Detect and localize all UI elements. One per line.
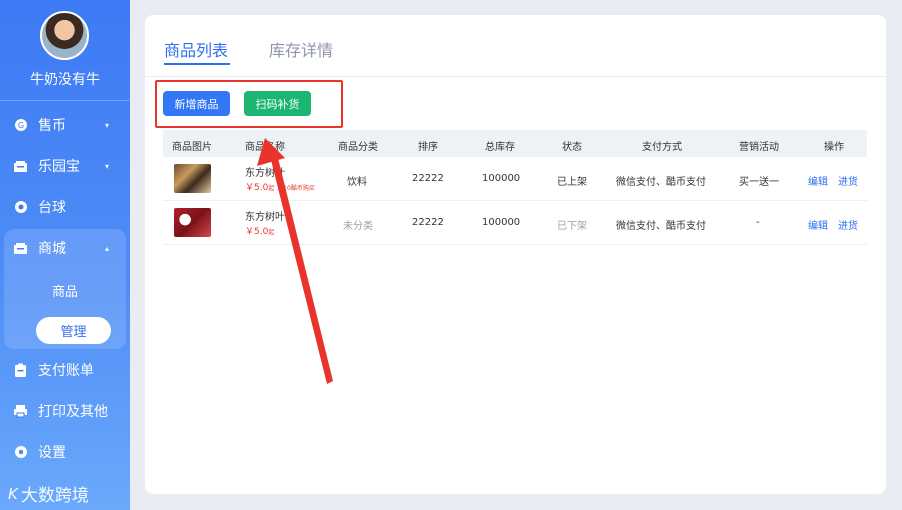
- sidebar-item-mall[interactable]: 商城 ▴: [0, 231, 130, 265]
- restock-link[interactable]: 进货: [838, 173, 858, 188]
- billiards-icon: [13, 200, 28, 215]
- chevron-down-icon: ▾: [105, 120, 110, 130]
- product-price: ￥5.0起: [245, 224, 274, 237]
- ticket-icon: [13, 159, 28, 174]
- brand-logo: K 大数跨境: [8, 481, 89, 507]
- sidebar-item-billing[interactable]: 支付账单: [0, 353, 130, 387]
- sidebar-item-billiards[interactable]: 台球: [0, 190, 130, 224]
- promotion: 买一送一: [739, 177, 779, 188]
- table-header: 商品图片 商品名称 商品分类 排序 总库存 状态 支付方式 营销活动 操作: [163, 130, 867, 157]
- logo-mark-icon: K: [8, 484, 18, 503]
- sidebar-item-label: 乐园宝: [38, 159, 80, 175]
- column-header: 商品名称: [245, 142, 285, 153]
- chevron-down-icon: ▾: [105, 161, 110, 171]
- gear-icon: [13, 445, 28, 460]
- status-badge: 已上架: [557, 177, 587, 188]
- price-value: ￥5.0: [245, 227, 269, 237]
- sidebar: 牛奶没有牛 G 售币 ▾ 乐园宝 ▾ 台球 商城 ▴ 商品 管理 支付账单 打印…: [0, 0, 130, 510]
- price-note: 或10酷币购买: [277, 185, 315, 192]
- status-badge: 已下架: [557, 221, 587, 232]
- product-price: ￥5.0起 或10酷币购买: [245, 180, 315, 193]
- price-unit: 起: [268, 229, 275, 236]
- table-row: 东方树叶 ￥5.0起 未分类 22222 100000 已下架 微信支付、酷币支…: [163, 201, 867, 245]
- product-sort: 22222: [412, 173, 444, 184]
- svg-text:G: G: [17, 121, 23, 130]
- tab-inventory-details[interactable]: 库存详情: [269, 37, 333, 61]
- payment-methods: 微信支付、酷币支付: [616, 221, 706, 232]
- product-name: 东方树叶: [245, 212, 285, 223]
- edit-link[interactable]: 编辑: [808, 217, 828, 232]
- sidebar-item-label: 售币: [38, 118, 66, 134]
- product-image: [174, 208, 211, 237]
- restock-link[interactable]: 进货: [838, 217, 858, 232]
- sidebar-item-label: 支付账单: [38, 363, 94, 379]
- column-header: 支付方式: [642, 142, 682, 153]
- sidebar-item-label: 商城: [38, 241, 66, 257]
- tab-bar: 商品列表 库存详情: [145, 15, 886, 77]
- payment-methods: 微信支付、酷币支付: [616, 177, 706, 188]
- shop-icon: [13, 241, 28, 256]
- sidebar-item-settings[interactable]: 设置: [0, 435, 130, 469]
- bill-icon: [13, 363, 28, 378]
- main-panel: 商品列表 库存详情 新增商品 扫码补货 商品图片 商品名称 商品分类 排序 总库…: [145, 15, 886, 494]
- column-header: 营销活动: [739, 142, 779, 153]
- sidebar-item-print[interactable]: 打印及其他: [0, 394, 130, 428]
- column-header: 排序: [418, 142, 438, 153]
- product-category: 未分类: [343, 221, 373, 232]
- column-header: 商品分类: [338, 142, 378, 153]
- product-stock: 100000: [482, 217, 521, 228]
- sidebar-subitem-manage[interactable]: 管理: [36, 317, 111, 344]
- sidebar-item-label: 打印及其他: [38, 404, 108, 420]
- product-name: 东方树叶: [245, 168, 285, 179]
- sidebar-divider: [0, 100, 130, 101]
- price-unit: 起: [268, 185, 275, 192]
- sidebar-item-paradise[interactable]: 乐园宝 ▾: [0, 149, 130, 183]
- sidebar-item-label: 设置: [38, 445, 66, 461]
- logo-text: 大数跨境: [20, 486, 89, 506]
- sidebar-item-coin-sales[interactable]: G 售币 ▾: [0, 108, 130, 142]
- avatar[interactable]: [40, 11, 89, 60]
- sidebar-subitem-products[interactable]: 商品: [0, 281, 130, 300]
- table-row: 东方树叶 ￥5.0起 或10酷币购买 饮料 22222 100000 已上架 微…: [163, 157, 867, 201]
- username: 牛奶没有牛: [30, 72, 100, 88]
- product-image: [174, 164, 211, 193]
- chevron-up-icon: ▴: [105, 243, 110, 253]
- column-header: 状态: [562, 142, 582, 153]
- product-stock: 100000: [482, 173, 521, 184]
- sidebar-item-label: 台球: [38, 200, 66, 216]
- column-header: 操作: [824, 142, 844, 153]
- edit-link[interactable]: 编辑: [808, 173, 828, 188]
- active-tab-indicator: [164, 63, 230, 65]
- printer-icon: [13, 404, 28, 419]
- column-header: 商品图片: [172, 142, 212, 153]
- price-value: ￥5.0: [245, 183, 269, 193]
- promotion: -: [756, 217, 760, 228]
- coin-icon: G: [13, 118, 28, 133]
- tab-product-list[interactable]: 商品列表: [164, 37, 228, 61]
- annotation-highlight-box: [155, 80, 343, 128]
- product-sort: 22222: [412, 217, 444, 228]
- column-header: 总库存: [485, 142, 515, 153]
- product-category: 饮料: [347, 177, 367, 188]
